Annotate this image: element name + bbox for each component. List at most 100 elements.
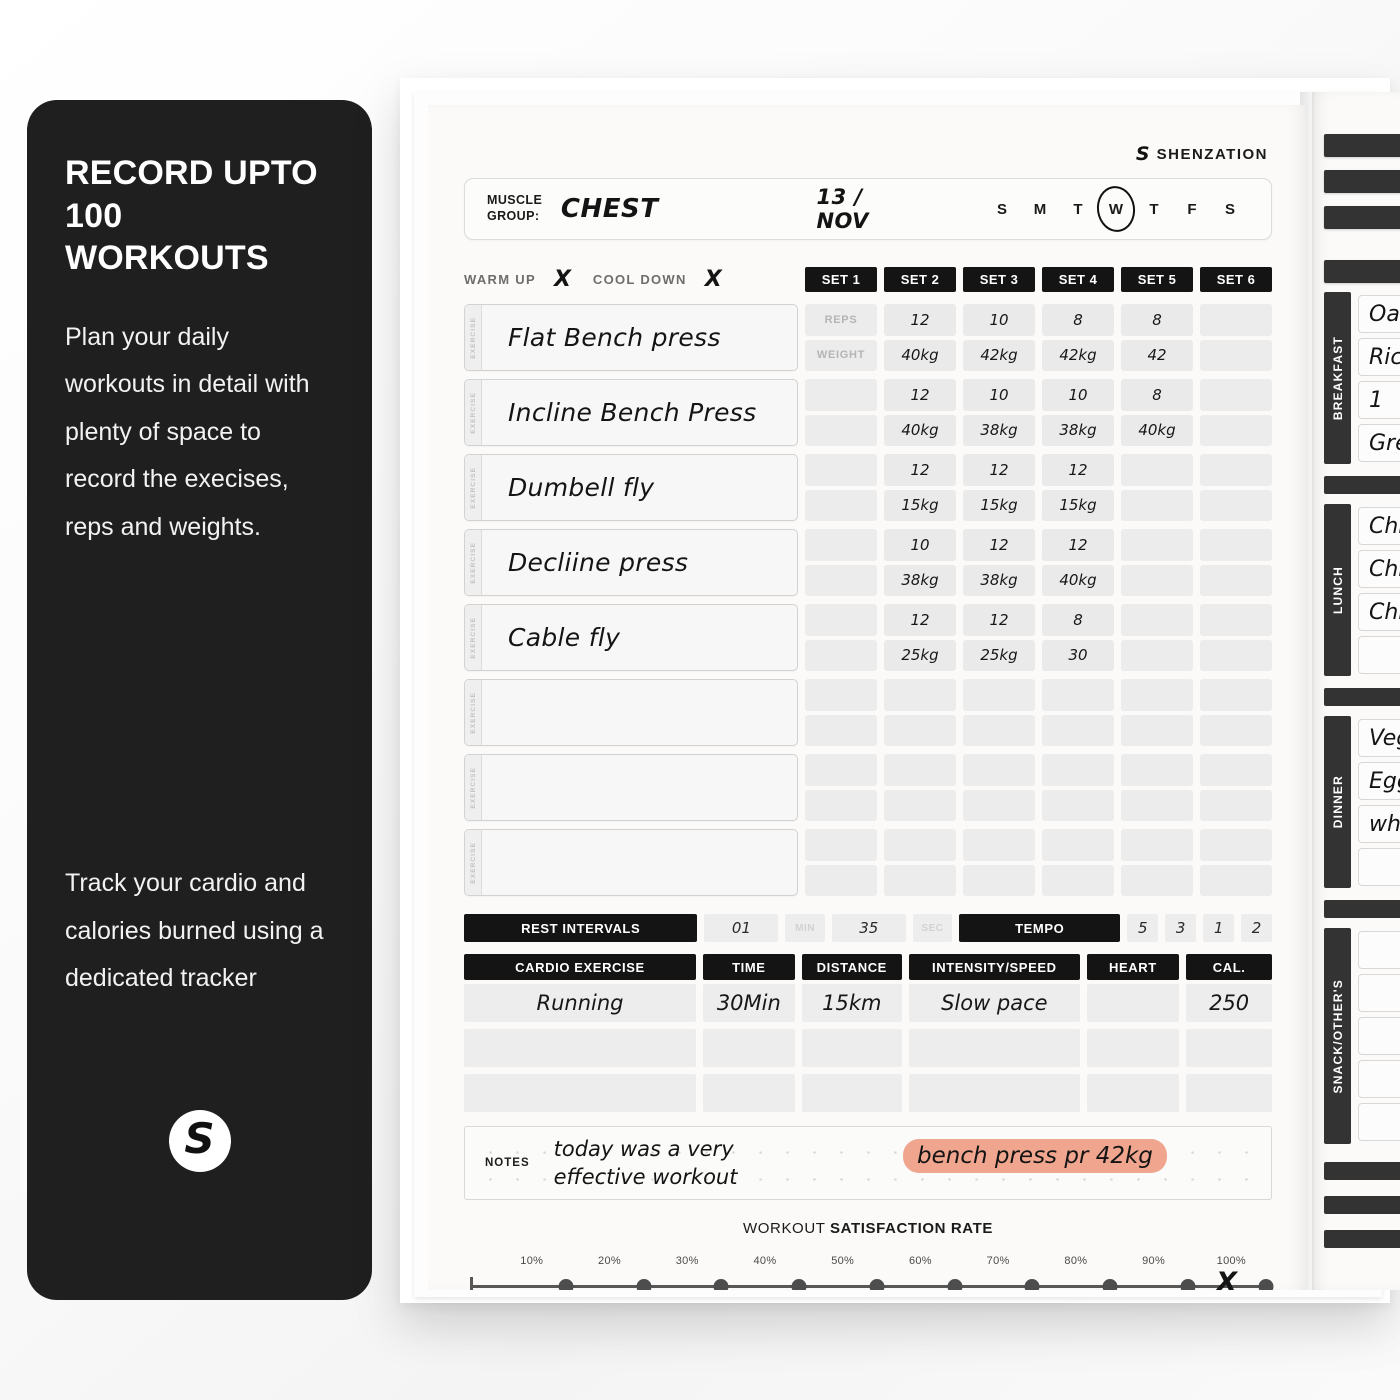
notes-highlight[interactable]: bench press pr 42kg: [903, 1139, 1167, 1173]
set-cell[interactable]: [1121, 529, 1193, 561]
set-cell[interactable]: [1121, 829, 1193, 861]
set-cell-empty[interactable]: [805, 379, 877, 411]
set-cell[interactable]: [963, 789, 1035, 821]
set-cell[interactable]: 10: [963, 379, 1035, 411]
set-cell[interactable]: [1200, 789, 1272, 821]
set-cell[interactable]: [884, 679, 956, 711]
day-selector[interactable]: S M T W T F S: [983, 201, 1249, 218]
set-cell[interactable]: 12: [1042, 454, 1114, 486]
day-s1[interactable]: S: [983, 201, 1021, 218]
cardio-cell-exercise[interactable]: Running: [464, 984, 696, 1022]
set-cell[interactable]: [884, 864, 956, 896]
set-cell[interactable]: [1200, 754, 1272, 786]
set-cell[interactable]: 12: [884, 604, 956, 636]
set-cell-empty[interactable]: [805, 679, 877, 711]
set-cell[interactable]: [1121, 679, 1193, 711]
cardio-cell-distance[interactable]: [801, 1029, 903, 1067]
set-cell[interactable]: [1121, 489, 1193, 521]
set-cell-empty[interactable]: [805, 639, 877, 671]
exercise-row[interactable]: EXERCISE: [464, 754, 798, 821]
set-cell[interactable]: [963, 829, 1035, 861]
exercise-name[interactable]: Cable fly: [482, 623, 620, 652]
set-cell-empty[interactable]: [805, 414, 877, 446]
set-cell-empty[interactable]: [805, 829, 877, 861]
date-value[interactable]: 13 / NOV: [816, 185, 905, 233]
day-m[interactable]: M: [1021, 201, 1059, 218]
cardio-cell-heart[interactable]: [1086, 1029, 1180, 1067]
set-cell[interactable]: [1042, 679, 1114, 711]
cardio-row[interactable]: Running 30Min 15km Slow pace 250: [464, 984, 1273, 1022]
scale-dot[interactable]: [791, 1279, 807, 1290]
scale-dot[interactable]: [947, 1279, 963, 1290]
set-cell[interactable]: [963, 679, 1035, 711]
set-cell[interactable]: [1200, 829, 1272, 861]
set-cell[interactable]: 15kg: [1042, 489, 1114, 521]
set-cell[interactable]: [1200, 714, 1272, 746]
scale-selected-mark[interactable]: X: [1216, 1267, 1237, 1290]
set-cell[interactable]: [1200, 679, 1272, 711]
exercise-row[interactable]: EXERCISE: [464, 829, 798, 896]
cardio-cell-time[interactable]: 30Min: [703, 984, 795, 1022]
set-cell[interactable]: 25kg: [884, 639, 956, 671]
cardio-cell-heart[interactable]: [1086, 1074, 1180, 1112]
set-cell[interactable]: 12: [884, 304, 956, 336]
cardio-row[interactable]: [464, 1029, 1273, 1067]
set-cell[interactable]: [884, 829, 956, 861]
cardio-cell-intensity[interactable]: [909, 1074, 1080, 1112]
set-cell[interactable]: [1200, 339, 1272, 371]
cardio-cell-heart[interactable]: [1086, 984, 1180, 1022]
set-cell[interactable]: 12: [963, 604, 1035, 636]
notes-text[interactable]: today was a very effective workout: [554, 1135, 738, 1192]
set-cell-empty[interactable]: [805, 864, 877, 896]
set-cell[interactable]: 42: [1121, 339, 1193, 371]
set-cell[interactable]: [1042, 864, 1114, 896]
tempo-value-1[interactable]: 5: [1127, 914, 1159, 942]
set-cell[interactable]: [1200, 489, 1272, 521]
set-cell[interactable]: [1121, 639, 1193, 671]
set-cell[interactable]: [884, 754, 956, 786]
set-cell[interactable]: 8: [1121, 379, 1193, 411]
cardio-cell-exercise[interactable]: [464, 1074, 696, 1112]
set-cell[interactable]: [1200, 604, 1272, 636]
tempo-value-4[interactable]: 2: [1241, 914, 1272, 942]
set-cell[interactable]: 10: [1042, 379, 1114, 411]
set-cell-empty[interactable]: [805, 564, 877, 596]
cardio-cell-distance[interactable]: [801, 1074, 903, 1112]
set-cell[interactable]: 42kg: [963, 339, 1035, 371]
set-cell[interactable]: [1200, 639, 1272, 671]
rest-seconds-value[interactable]: 35: [831, 914, 906, 942]
day-t2[interactable]: T: [1135, 201, 1173, 218]
set-cell[interactable]: 15kg: [884, 489, 956, 521]
set-cell[interactable]: [963, 864, 1035, 896]
cardio-row[interactable]: [464, 1074, 1273, 1112]
cardio-cell-time[interactable]: [703, 1029, 795, 1067]
satisfaction-scale[interactable]: 10% 20% 30% 40% 50% 60% 70% 80% 90% 100% X: [464, 1251, 1274, 1290]
scale-dot[interactable]: [869, 1279, 885, 1290]
cardio-cell-cal[interactable]: 250: [1186, 984, 1273, 1022]
set-cell[interactable]: 8: [1042, 304, 1114, 336]
set-cell-empty[interactable]: [805, 529, 877, 561]
set-cell[interactable]: 38kg: [1042, 414, 1114, 446]
set-cell[interactable]: [1200, 414, 1272, 446]
tempo-value-3[interactable]: 1: [1203, 914, 1235, 942]
set-cell[interactable]: 8: [1121, 304, 1193, 336]
set-cell[interactable]: [1121, 604, 1193, 636]
set-cell[interactable]: [884, 714, 956, 746]
exercise-row[interactable]: EXERCISE Dumbell fly: [464, 454, 798, 521]
set-cell[interactable]: [1042, 789, 1114, 821]
set-cell[interactable]: [1042, 829, 1114, 861]
scale-dot[interactable]: [1024, 1279, 1040, 1290]
set-cell-empty[interactable]: [805, 714, 877, 746]
set-cell[interactable]: [963, 754, 1035, 786]
set-cell[interactable]: 38kg: [963, 564, 1035, 596]
cardio-cell-distance[interactable]: 15km: [801, 984, 903, 1022]
notes-box[interactable]: NOTES today was a very effective workout…: [464, 1126, 1272, 1200]
set-cell[interactable]: [1121, 564, 1193, 596]
set-cell[interactable]: 40kg: [884, 339, 956, 371]
cardio-cell-cal[interactable]: [1186, 1074, 1273, 1112]
day-s2[interactable]: S: [1211, 201, 1249, 218]
set-cell[interactable]: 8: [1042, 604, 1114, 636]
set-cell-empty[interactable]: [805, 789, 877, 821]
muscle-group-value[interactable]: CHEST: [561, 194, 659, 224]
cardio-cell-intensity[interactable]: Slow pace: [909, 984, 1080, 1022]
